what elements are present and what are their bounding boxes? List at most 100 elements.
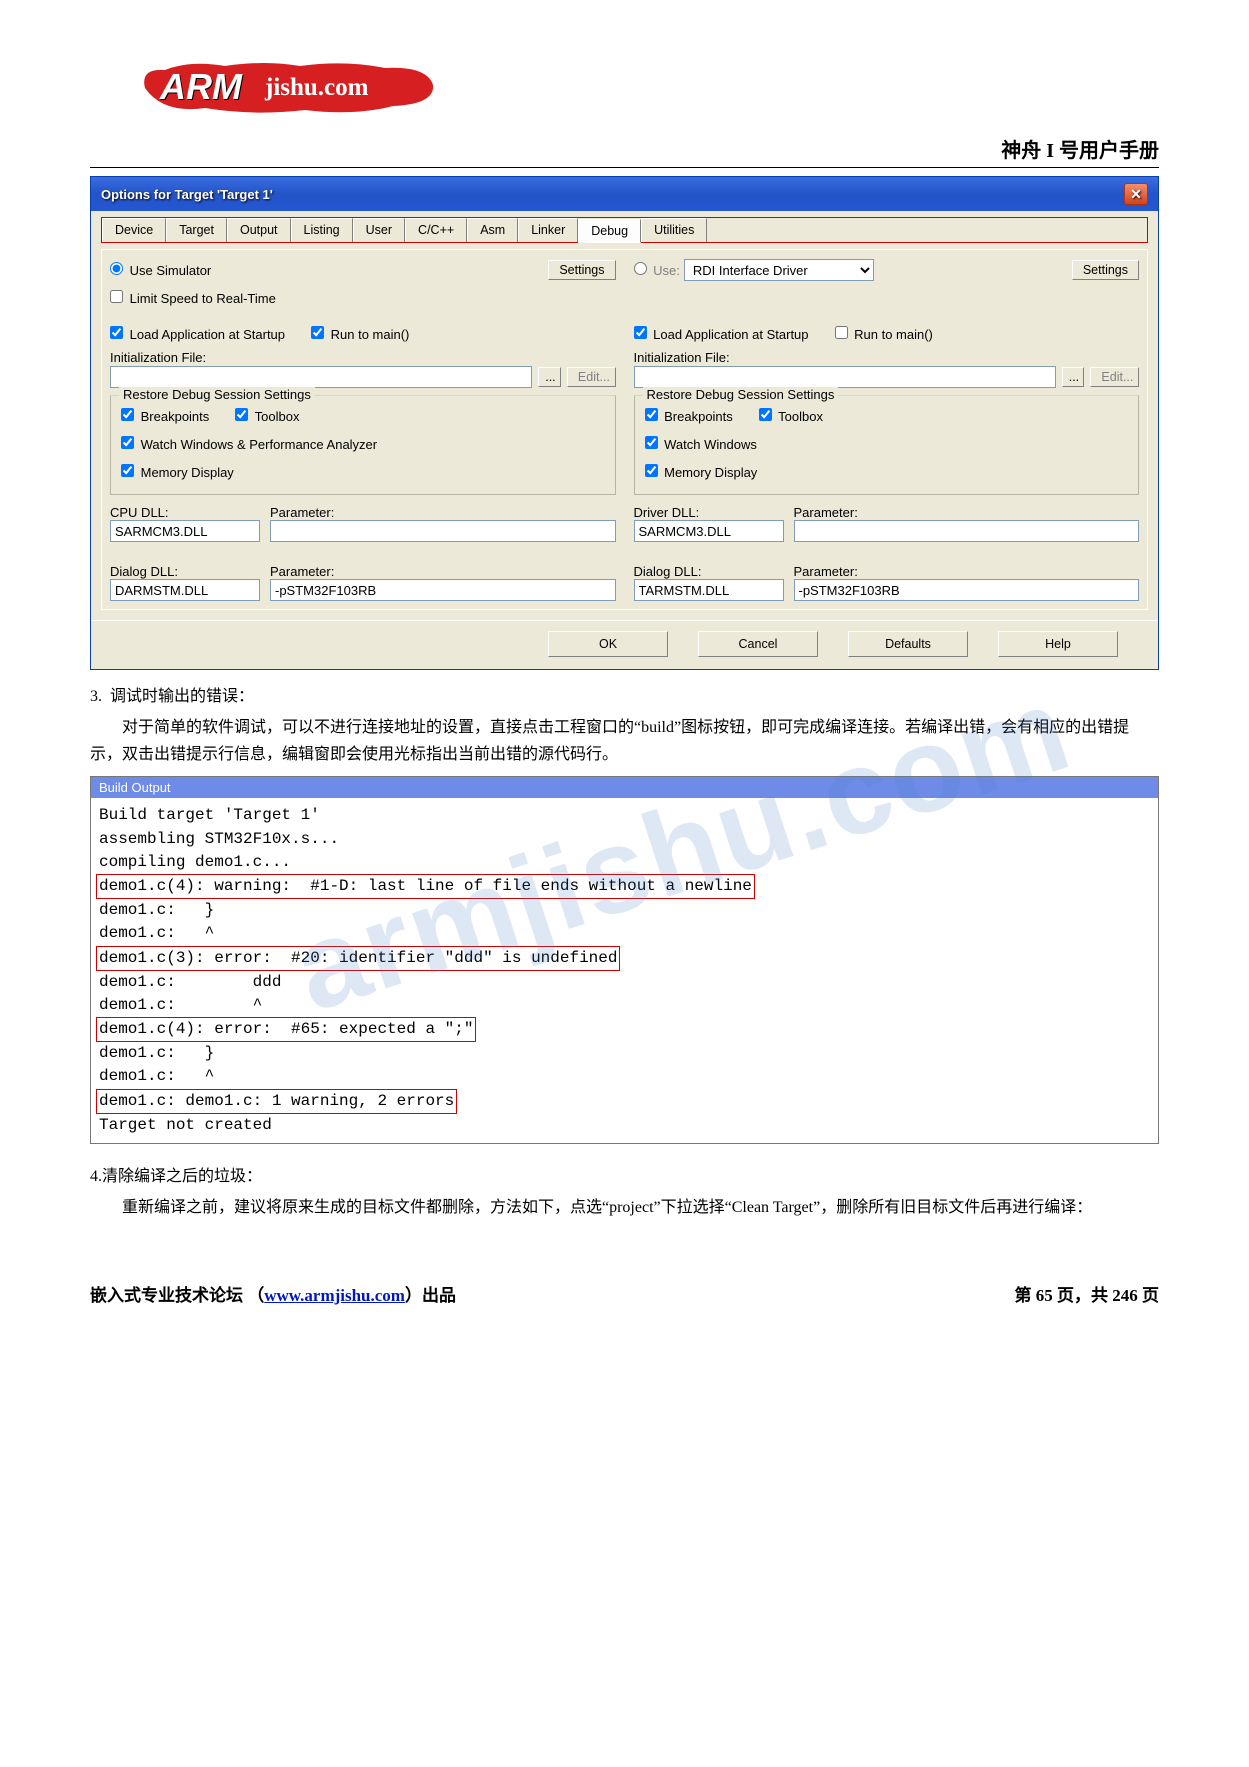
sim-restore-groupbox: Restore Debug Session Settings Breakpoin… — [110, 395, 616, 495]
section-4-heading: 4.清除编译之后的垃圾： — [90, 1162, 1159, 1186]
drv-dialog-param-label: Parameter: — [794, 564, 1140, 579]
build-line: Build target 'Target 1' — [99, 806, 320, 824]
cpu-param-label: Parameter: — [270, 505, 616, 520]
build-line: demo1.c: } — [99, 1044, 214, 1062]
page-footer: 嵌入式专业技术论坛 （www.armjishu.com）出品 第 65 页，共 … — [90, 1281, 1159, 1306]
use-driver-radio[interactable]: Use: — [634, 262, 680, 278]
drv-load-app-label: Load Application at Startup — [653, 327, 808, 342]
build-output-body: Build target 'Target 1' assembling STM32… — [91, 798, 1158, 1143]
site-logo: ARM jishu.com — [90, 60, 1159, 130]
drv-run-main-checkbox[interactable]: Run to main() — [835, 326, 933, 342]
drv-dialog-dll-input[interactable] — [634, 579, 784, 601]
use-driver-label: Use: — [653, 263, 680, 278]
drv-breakpoints-checkbox[interactable]: Breakpoints — [645, 408, 733, 424]
build-line: assembling STM32F10x.s... — [99, 830, 339, 848]
drv-toolbox-checkbox[interactable]: Toolbox — [759, 408, 823, 424]
build-line: Target not created — [99, 1116, 272, 1134]
build-error-line: demo1.c(4): error: #65: expected a ";" — [96, 1017, 476, 1042]
sim-watch-label: Watch Windows & Performance Analyzer — [141, 437, 378, 452]
drv-memory-checkbox[interactable]: Memory Display — [645, 464, 758, 480]
sim-settings-button[interactable]: Settings — [548, 260, 615, 280]
build-line: demo1.c: ^ — [99, 1067, 214, 1085]
drv-dialog-param-input[interactable] — [794, 579, 1140, 601]
dialog-title: Options for Target 'Target 1' — [101, 187, 273, 202]
sim-run-main-checkbox[interactable]: Run to main() — [311, 326, 409, 342]
tab-user[interactable]: User — [353, 218, 405, 242]
build-output-panel: Build Output Build target 'Target 1' ass… — [90, 776, 1159, 1144]
drv-restore-legend: Restore Debug Session Settings — [643, 387, 839, 402]
close-icon: ✕ — [1130, 186, 1142, 203]
sim-watch-checkbox[interactable]: Watch Windows & Performance Analyzer — [121, 436, 377, 452]
close-button[interactable]: ✕ — [1124, 183, 1148, 205]
drv-memory-label: Memory Display — [664, 465, 757, 480]
sim-breakpoints-checkbox[interactable]: Breakpoints — [121, 408, 209, 424]
driver-param-input[interactable] — [794, 520, 1140, 542]
document-title: 神舟 I 号用户手册 — [90, 134, 1159, 168]
drv-load-app-checkbox[interactable]: Load Application at Startup — [634, 326, 809, 342]
build-line: demo1.c: ^ — [99, 924, 214, 942]
dialog-titlebar[interactable]: Options for Target 'Target 1' ✕ — [91, 177, 1158, 211]
sim-toolbox-label: Toolbox — [255, 409, 300, 424]
tab-linker[interactable]: Linker — [518, 218, 578, 242]
drv-dialog-dll-label: Dialog DLL: — [634, 564, 784, 579]
use-simulator-radio[interactable]: Use Simulator — [110, 262, 211, 278]
drv-watch-checkbox[interactable]: Watch Windows — [645, 436, 757, 452]
sim-init-file-input[interactable] — [110, 366, 532, 388]
simulator-column: Use Simulator Settings Limit Speed to Re… — [110, 258, 616, 601]
tab-debug[interactable]: Debug — [578, 219, 641, 243]
defaults-button[interactable]: Defaults — [848, 631, 968, 657]
build-line: demo1.c: ^ — [99, 996, 262, 1014]
logo-jishu-text: jishu.com — [265, 74, 368, 102]
options-dialog: Options for Target 'Target 1' ✕ Device T… — [90, 176, 1159, 670]
tab-asm[interactable]: Asm — [467, 218, 518, 242]
cpu-dll-input[interactable] — [110, 520, 260, 542]
build-line: demo1.c: } — [99, 901, 214, 919]
sim-breakpoints-label: Breakpoints — [141, 409, 210, 424]
limit-speed-checkbox[interactable]: Limit Speed to Real-Time — [110, 290, 276, 306]
sim-init-browse-button[interactable]: ... — [538, 367, 561, 387]
sim-memory-label: Memory Display — [141, 465, 234, 480]
drv-restore-groupbox: Restore Debug Session Settings Breakpoin… — [634, 395, 1140, 495]
driver-dll-input[interactable] — [634, 520, 784, 542]
section-3-body: 对于简单的软件调试，可以不进行连接地址的设置，直接点击工程窗口的“build”图… — [90, 714, 1159, 768]
driver-settings-button[interactable]: Settings — [1072, 260, 1139, 280]
help-button[interactable]: Help — [998, 631, 1118, 657]
ok-button[interactable]: OK — [548, 631, 668, 657]
tab-utilities[interactable]: Utilities — [641, 218, 707, 242]
cancel-button[interactable]: Cancel — [698, 631, 818, 657]
build-warning-line: demo1.c(4): warning: #1-D: last line of … — [96, 874, 755, 899]
tab-output[interactable]: Output — [227, 218, 291, 242]
tab-cpp[interactable]: C/C++ — [405, 218, 467, 242]
sim-dialog-dll-label: Dialog DLL: — [110, 564, 260, 579]
tab-strip: Device Target Output Listing User C/C++ … — [101, 217, 1148, 243]
sim-load-app-checkbox[interactable]: Load Application at Startup — [110, 326, 285, 342]
sim-dialog-param-input[interactable] — [270, 579, 616, 601]
tab-target[interactable]: Target — [166, 218, 227, 242]
driver-select[interactable]: RDI Interface Driver — [684, 259, 874, 281]
section-3-number: 3. — [90, 688, 102, 705]
tab-listing[interactable]: Listing — [291, 218, 353, 242]
drv-toolbox-label: Toolbox — [778, 409, 823, 424]
drv-init-edit-button: Edit... — [1090, 367, 1139, 387]
cpu-dll-label: CPU DLL: — [110, 505, 260, 520]
driver-column: Use: RDI Interface Driver Settings — [634, 258, 1140, 601]
sim-init-edit-button: Edit... — [567, 367, 616, 387]
dialog-footer: OK Cancel Defaults Help — [91, 620, 1158, 669]
footer-link[interactable]: www.armjishu.com — [264, 1286, 405, 1305]
drv-breakpoints-label: Breakpoints — [664, 409, 733, 424]
sim-load-app-label: Load Application at Startup — [130, 327, 285, 342]
sim-memory-checkbox[interactable]: Memory Display — [121, 464, 234, 480]
drv-init-file-input[interactable] — [634, 366, 1056, 388]
sim-restore-legend: Restore Debug Session Settings — [119, 387, 315, 402]
build-error-line: demo1.c(3): error: #20: identifier "ddd"… — [96, 946, 620, 971]
drv-watch-label: Watch Windows — [664, 437, 757, 452]
sim-dialog-dll-input[interactable] — [110, 579, 260, 601]
drv-init-browse-button[interactable]: ... — [1062, 367, 1085, 387]
footer-left-b: ）出品 — [405, 1286, 456, 1305]
sim-toolbox-checkbox[interactable]: Toolbox — [235, 408, 299, 424]
cpu-param-input[interactable] — [270, 520, 616, 542]
tab-device[interactable]: Device — [102, 218, 166, 242]
drv-run-main-label: Run to main() — [854, 327, 933, 342]
use-simulator-label: Use Simulator — [130, 263, 212, 278]
section-3-heading: 3. 调试时输出的错误： — [90, 682, 1159, 706]
